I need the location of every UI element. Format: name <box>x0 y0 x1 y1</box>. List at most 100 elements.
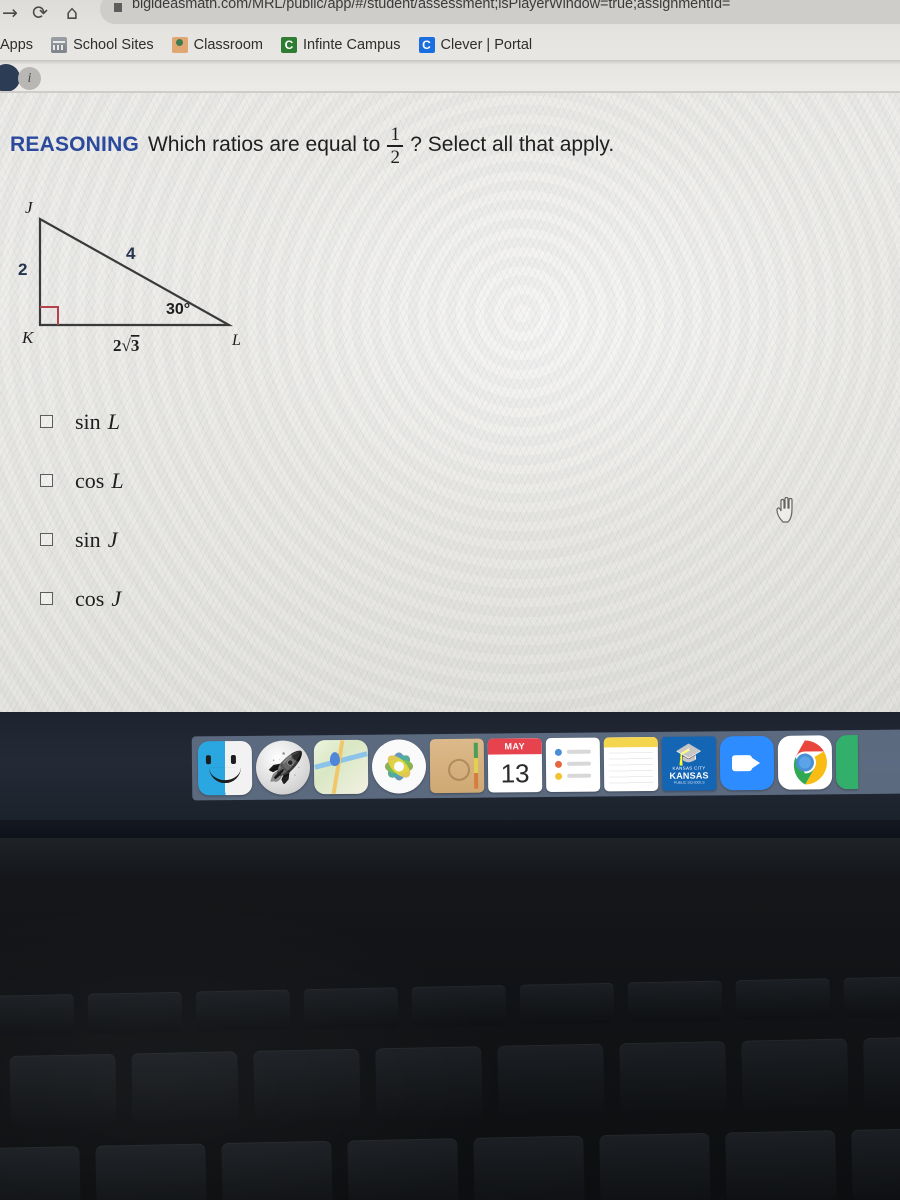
choice-label: sin L <box>75 409 120 435</box>
choice-function: cos <box>75 585 105 611</box>
screen-bottom-bezel <box>0 820 900 838</box>
triangle-figure: J K L 2 4 2√3 30° <box>14 197 304 377</box>
home-icon[interactable]: ⌂ <box>66 1 78 25</box>
folder-icon <box>51 37 68 53</box>
infinite-campus-icon: C <box>280 37 297 53</box>
keyboard-key <box>519 982 615 1025</box>
keyboard-key <box>375 1046 483 1121</box>
bookmark-classroom[interactable]: Classroom <box>163 37 272 53</box>
choice-option[interactable]: sin J <box>40 510 124 569</box>
laptop-screen: → ⟳ ⌂ bigideasmath.com/MRL/public/app/#/… <box>0 0 900 712</box>
choice-variable: L <box>107 408 120 434</box>
url-bar-row: → ⟳ ⌂ bigideasmath.com/MRL/public/app/#/… <box>0 0 900 27</box>
graduate-glyph: 🎓 <box>675 741 703 767</box>
keyboard-key <box>0 994 75 1037</box>
keyboard-row-letters <box>0 1127 900 1200</box>
vertex-label-L: L <box>231 332 241 349</box>
chrome-icon[interactable] <box>777 735 833 790</box>
side-label-base: 2√3 <box>113 336 139 355</box>
choice-option[interactable]: cos J <box>40 569 124 628</box>
numbers-icon[interactable] <box>603 736 659 792</box>
calendar-day: 13 <box>500 758 530 789</box>
keyboard-key <box>303 987 399 1030</box>
assessment-content: REASONING Which ratios are equal to 1 2 … <box>0 92 900 662</box>
photograph-of-laptop: → ⟳ ⌂ bigideasmath.com/MRL/public/app/#/… <box>0 0 900 1200</box>
contact-line <box>566 749 591 754</box>
keyboard-key <box>863 1035 900 1111</box>
choice-function: sin <box>75 408 101 434</box>
keyboard-key <box>95 1143 207 1200</box>
contact-line <box>567 773 592 778</box>
chrome-logo <box>782 740 827 785</box>
fraction-denominator: 2 <box>390 146 401 168</box>
choice-checkbox[interactable] <box>40 415 53 428</box>
keyboard-key <box>735 978 831 1021</box>
choice-checkbox[interactable] <box>40 533 53 546</box>
forward-icon[interactable]: → <box>2 1 18 25</box>
triangle-svg: J K L 2 4 2√3 30° <box>18 198 241 355</box>
answer-choices: sin L cos L sin J cos J <box>40 392 124 628</box>
keyboard-key <box>131 1051 239 1126</box>
keyboard-key <box>725 1130 837 1200</box>
choice-checkbox[interactable] <box>40 474 53 487</box>
keyboard-key <box>851 1127 900 1200</box>
launchpad-icon[interactable] <box>255 740 311 795</box>
keyboard-key <box>619 1041 727 1116</box>
angle-label-30: 30° <box>166 301 190 318</box>
address-bar[interactable]: bigideasmath.com/MRL/public/app/#/studen… <box>100 0 900 24</box>
zoom-icon[interactable] <box>719 735 775 791</box>
fraction-one-half: 1 2 <box>387 125 404 168</box>
reasoning-tag: REASONING <box>10 132 139 156</box>
browser-chrome: → ⟳ ⌂ bigideasmath.com/MRL/public/app/#/… <box>0 0 900 64</box>
kckps-line2: KANSAS <box>669 769 709 781</box>
reload-icon[interactable]: ⟳ <box>32 1 48 25</box>
contact-line <box>566 761 592 766</box>
choice-option[interactable]: sin L <box>40 392 124 451</box>
calendar-icon[interactable]: MAY 13 <box>487 738 543 793</box>
bookmark-apps[interactable]: Apps <box>0 37 42 53</box>
url-text: bigideasmath.com/MRL/public/app/#/studen… <box>132 0 731 12</box>
vertex-label-J: J <box>25 198 34 217</box>
keyboard-key <box>347 1138 459 1200</box>
maps-icon[interactable] <box>313 739 369 795</box>
keyboard-key <box>627 980 723 1023</box>
keyboard-key <box>497 1043 605 1118</box>
bookmark-clever-portal[interactable]: C Clever | Portal <box>410 37 542 53</box>
kckps-icon[interactable]: 🎓 KANSAS CITY KANSAS PUBLIC SCHOOLS <box>661 736 717 791</box>
question-text-after: ? Select all that apply. <box>410 132 615 156</box>
finder-icon[interactable] <box>197 740 253 796</box>
question-prompt: REASONING Which ratios are equal to 1 2 … <box>10 124 615 168</box>
side-label-vertical: 2 <box>18 260 27 279</box>
pages-icon[interactable] <box>429 738 485 794</box>
keyboard-key <box>221 1140 333 1200</box>
site-info-icon <box>114 3 122 12</box>
google-classroom-icon <box>171 37 188 53</box>
question-text-before: Which ratios are equal to <box>147 132 381 156</box>
keyboard-row-numbers <box>9 1035 900 1129</box>
info-bar: i <box>0 64 900 93</box>
photos-icon[interactable] <box>371 739 427 794</box>
choice-option[interactable]: cos L <box>40 451 124 510</box>
bookmark-label: Infinte Campus <box>302 37 401 53</box>
contact-dot <box>554 760 563 768</box>
bookmark-infinite-campus[interactable]: C Infinte Campus <box>272 37 410 53</box>
bookmark-label: Clever | Portal <box>440 37 533 53</box>
choice-checkbox[interactable] <box>40 592 53 605</box>
contacts-icon[interactable] <box>545 737 601 793</box>
keyboard-key <box>253 1048 361 1123</box>
bookmark-label: School Sites <box>73 37 154 53</box>
bookmark-label: Classroom <box>193 37 263 53</box>
choice-function: sin <box>75 526 101 552</box>
dock-band: MAY 13 🎓 KANSAS CITY KANSAS PUBLIC SCHOO… <box>0 712 900 838</box>
calendar-month: MAY <box>487 738 542 755</box>
info-icon[interactable]: i <box>18 67 41 90</box>
bookmark-school-sites[interactable]: School Sites <box>42 37 163 53</box>
keyboard-key <box>9 1053 117 1129</box>
keyboard-key <box>843 975 900 1018</box>
partial-dock-icon[interactable] <box>835 735 859 790</box>
keyboard-key <box>411 985 507 1027</box>
choice-label: cos L <box>75 468 124 494</box>
info-bar-dark-edge <box>0 64 20 92</box>
choice-label: sin J <box>75 527 117 553</box>
vertex-label-K: K <box>21 328 35 347</box>
